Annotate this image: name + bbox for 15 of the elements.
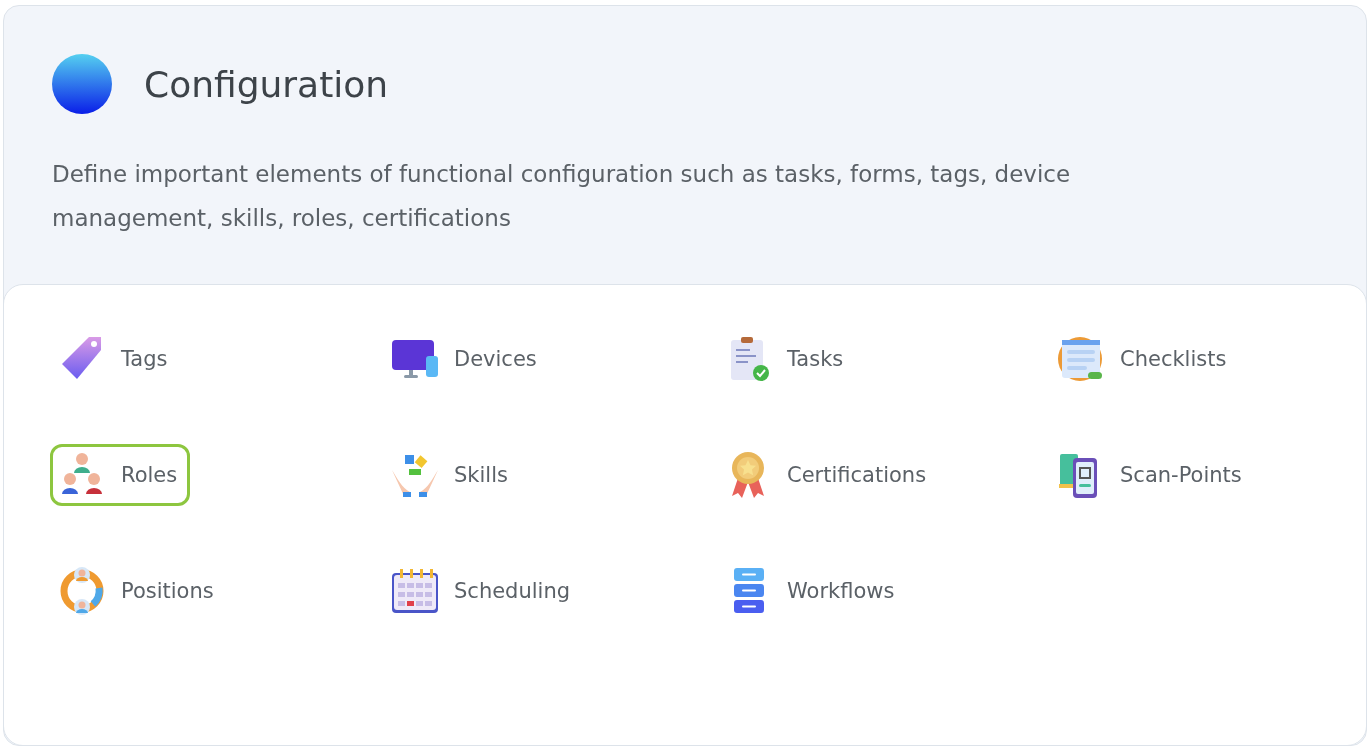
config-item[interactable]: Certifications bbox=[716, 444, 940, 506]
calendar-icon bbox=[390, 566, 440, 616]
config-item[interactable]: Skills bbox=[383, 444, 521, 506]
config-item[interactable]: Scheduling bbox=[383, 560, 584, 622]
config-item[interactable]: Devices bbox=[383, 328, 550, 390]
config-item[interactable]: Positions bbox=[50, 560, 227, 622]
config-item[interactable]: Tasks bbox=[716, 328, 857, 390]
page-description: Define important elements of functional configuration such as tasks, forms, tags, device management, skills, roles, certifications bbox=[52, 160, 1072, 233]
config-item[interactable]: Roles bbox=[50, 444, 191, 506]
gradient-circle-icon bbox=[52, 54, 112, 114]
config-item[interactable]: Tags bbox=[50, 328, 181, 390]
config-item[interactable]: Workflows bbox=[716, 560, 908, 622]
page-title: Configuration bbox=[144, 63, 389, 105]
config-item[interactable]: Scan-Points bbox=[1049, 444, 1255, 506]
config-item[interactable]: Checklists bbox=[1049, 328, 1240, 390]
